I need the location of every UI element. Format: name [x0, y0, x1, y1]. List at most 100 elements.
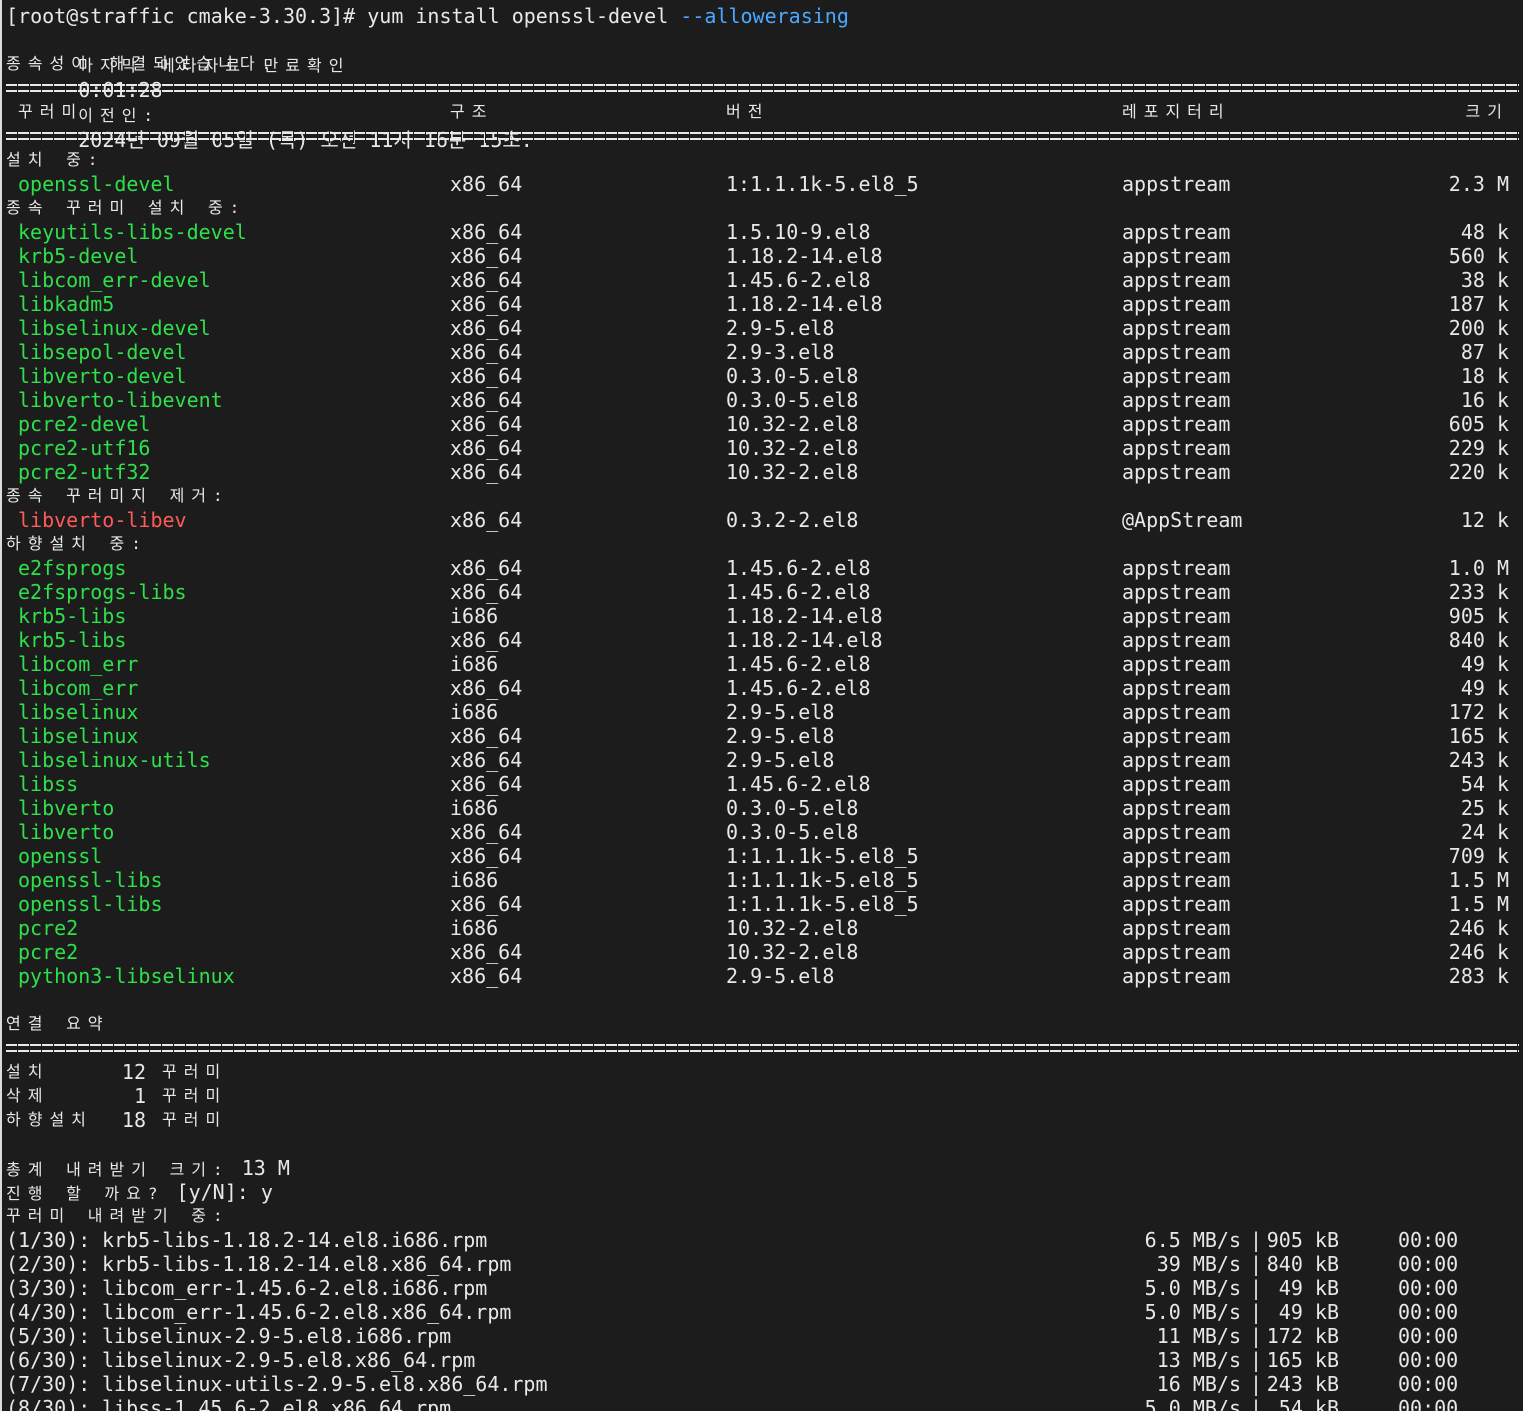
package-name: pcre2: [18, 916, 79, 940]
download-divider: |: [1250, 1372, 1263, 1396]
package-arch: x86_64: [450, 676, 523, 700]
package-repo: appstream: [1122, 268, 1231, 292]
download-file: krb5-libs-1.18.2-14.el8.i686.rpm: [102, 1228, 488, 1252]
package-size: 709 k: [1448, 844, 1509, 868]
package-name: e2fsprogs: [18, 556, 127, 580]
package-repo: appstream: [1122, 628, 1231, 652]
download-size: 172 kB: [1266, 1324, 1339, 1348]
package-row: keyutils-libs-devel x86_64 1.5.10-9.el8 app…: [6, 220, 1523, 244]
package-row: openssl-libs i686 1:1.1.1k-5.el8_5 appstrea…: [6, 868, 1523, 892]
summary-title: 연결 요약: [6, 1014, 110, 1033]
download-size: 49 kB: [1278, 1276, 1339, 1300]
package-version: 2.9-5.el8: [726, 724, 835, 748]
download-rate: 5.0 MB/s: [1144, 1396, 1241, 1411]
download-row: (2/30): krb5-libs-1.18.2-14.el8.x86_64.rp…: [6, 1252, 1523, 1276]
package-row: libselinux-utils x86_64 2.9-5.el8 appstream…: [6, 748, 1523, 772]
package-row: krb5-libs i686 1.18.2-14.el8 appstream 905 k: [6, 604, 1523, 628]
confirm-prompt: [y/N]:: [176, 1180, 261, 1204]
download-time: 00:00: [1398, 1348, 1459, 1372]
package-version: 1.18.2-14.el8: [726, 628, 883, 652]
package-size: 48 k: [1460, 220, 1509, 244]
package-version: 0.3.0-5.el8: [726, 364, 859, 388]
package-arch: x86_64: [450, 508, 523, 532]
download-index: (1/30):: [6, 1228, 91, 1252]
download-rate: 5.0 MB/s: [1144, 1276, 1241, 1300]
package-repo: appstream: [1122, 724, 1231, 748]
package-repo: appstream: [1122, 820, 1231, 844]
summary-unit: 꾸러미: [162, 1062, 228, 1081]
package-version: 10.32-2.el8: [726, 940, 859, 964]
download-file: libcom_err-1.45.6-2.el8.x86_64.rpm: [102, 1300, 512, 1324]
package-arch: x86_64: [450, 340, 523, 364]
package-row: libsepol-devel x86_64 2.9-3.el8 appstream 87…: [6, 340, 1523, 364]
package-row: libcom_err i686 1.45.6-2.el8 appstream 49 k: [6, 652, 1523, 676]
terminal-window[interactable]: [root@straffic cmake-3.30.3]# yum instal…: [0, 0, 1523, 1411]
package-name: libverto: [18, 796, 115, 820]
metadata-line: 마지막 메타자료 만료확인 0:01:28 이전인: 2024년 09월 05일…: [6, 28, 1523, 152]
package-arch: x86_64: [450, 292, 523, 316]
package-name: pcre2-utf16: [18, 436, 151, 460]
package-row: pcre2 i686 10.32-2.el8 appstream 246 k: [6, 916, 1523, 940]
download-file: libselinux-2.9-5.el8.i686.rpm: [102, 1324, 452, 1348]
download-index: (2/30):: [6, 1252, 91, 1276]
package-arch: x86_64: [450, 364, 523, 388]
package-name: libcom_err-devel: [18, 268, 211, 292]
package-name: libcom_err: [18, 652, 139, 676]
summary-label: 하향설치: [6, 1110, 93, 1129]
package-size: 25 k: [1460, 796, 1509, 820]
section-label: 종속 꾸러미지 제거:: [6, 486, 230, 505]
summary-count: 1: [133, 1084, 146, 1108]
downloading-label: 꾸러미 내려받기 중:: [6, 1206, 230, 1225]
download-row: (5/30): libselinux-2.9-5.el8.i686.rpm 11 M…: [6, 1324, 1523, 1348]
package-arch: i686: [450, 868, 499, 892]
package-repo: appstream: [1122, 796, 1231, 820]
download-row: (7/30): libselinux-utils-2.9-5.el8.x86_64…: [6, 1372, 1523, 1396]
package-name: libverto: [18, 820, 115, 844]
package-name: e2fsprogs-libs: [18, 580, 187, 604]
section-label: 설치 중:: [6, 150, 105, 169]
package-row: libkadm5 x86_64 1.18.2-14.el8 appstream 187 …: [6, 292, 1523, 316]
package-name: libverto-devel: [18, 364, 187, 388]
package-arch: x86_64: [450, 244, 523, 268]
package-row: libss x86_64 1.45.6-2.el8 appstream 54 k: [6, 772, 1523, 796]
package-name: pcre2: [18, 940, 79, 964]
package-row: libverto-libevent x86_64 0.3.0-5.el8 appstr…: [6, 388, 1523, 412]
package-version: 0.3.0-5.el8: [726, 796, 859, 820]
package-size: 560 k: [1448, 244, 1509, 268]
header-arch: 구조: [450, 102, 494, 121]
package-row: e2fsprogs-libs x86_64 1.45.6-2.el8 appstrea…: [6, 580, 1523, 604]
download-rate: 13 MB/s: [1156, 1348, 1241, 1372]
package-version: 1:1.1.1k-5.el8_5: [726, 892, 919, 916]
package-version: 2.9-5.el8: [726, 964, 835, 988]
package-size: 605 k: [1448, 412, 1509, 436]
package-arch: x86_64: [450, 772, 523, 796]
package-repo: appstream: [1122, 748, 1231, 772]
download-rate: 5.0 MB/s: [1144, 1300, 1241, 1324]
package-size: 1.0 M: [1448, 556, 1509, 580]
download-time: 00:00: [1398, 1396, 1459, 1411]
package-version: 0.3.0-5.el8: [726, 388, 859, 412]
package-repo: appstream: [1122, 220, 1231, 244]
package-repo: appstream: [1122, 652, 1231, 676]
header-version: 버전: [726, 102, 770, 121]
package-version: 1.45.6-2.el8: [726, 556, 871, 580]
package-name: pcre2-devel: [18, 412, 151, 436]
package-size: 246 k: [1448, 916, 1509, 940]
package-size: 172 k: [1448, 700, 1509, 724]
table-header: 꾸러미 구조 버전 레포지터리 크기: [6, 100, 1523, 124]
package-repo: appstream: [1122, 580, 1231, 604]
package-arch: x86_64: [450, 316, 523, 340]
package-version: 2.9-5.el8: [726, 748, 835, 772]
package-size: 233 k: [1448, 580, 1509, 604]
package-name: libss: [18, 772, 79, 796]
confirm-answer[interactable]: y: [261, 1180, 273, 1204]
package-size: 12 k: [1460, 508, 1509, 532]
package-version: 10.32-2.el8: [726, 916, 859, 940]
package-version: 1.18.2-14.el8: [726, 244, 883, 268]
package-arch: x86_64: [450, 436, 523, 460]
package-version: 1.45.6-2.el8: [726, 652, 871, 676]
package-name: libselinux-utils: [18, 748, 211, 772]
package-size: 24 k: [1460, 820, 1509, 844]
download-row: (8/30): libss-1.45.6-2.el8.x86_64.rpm 5.0 …: [6, 1396, 1523, 1411]
package-size: 16 k: [1460, 388, 1509, 412]
